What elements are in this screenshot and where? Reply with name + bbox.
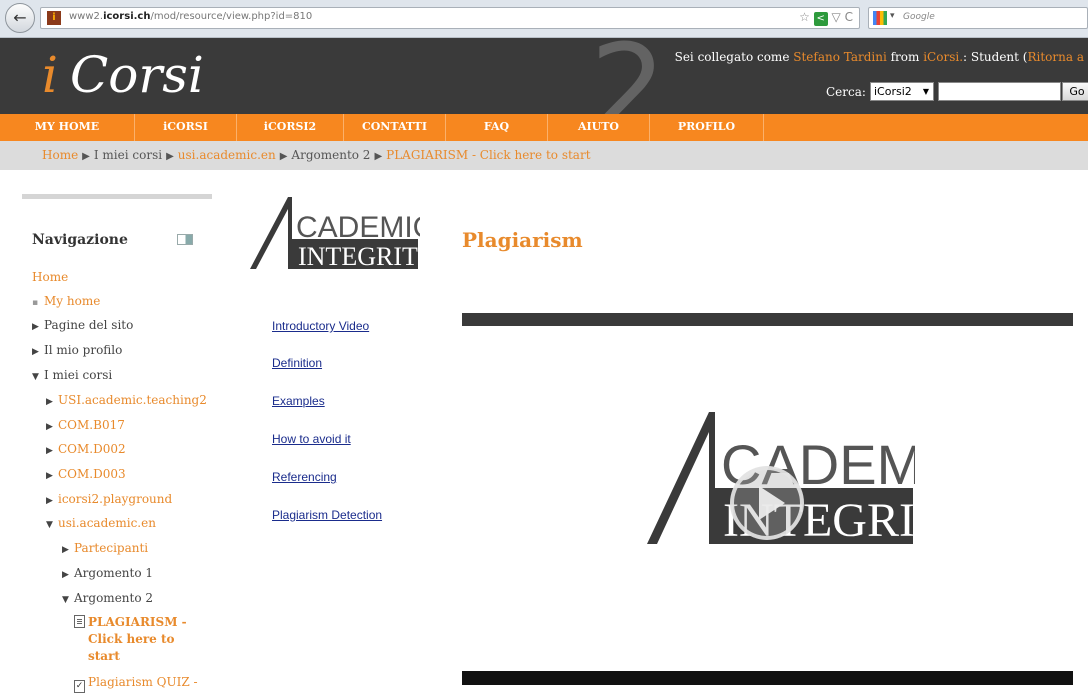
menu-item-contatti[interactable]: CONTATTI (344, 114, 446, 141)
nav-topic-1[interactable]: ▶ Argomento 1 (62, 566, 153, 580)
search-input[interactable] (938, 82, 1061, 101)
google-icon[interactable] (873, 11, 887, 25)
nav-current-resource[interactable]: PLAGIARISM - (74, 615, 187, 629)
dock-block-icon[interactable] (177, 234, 193, 245)
expand-triangle-icon: ▶ (46, 422, 53, 432)
main-menu: MY HOME iCORSI iCORSI2 CONTATTI FAQ AIUT… (0, 114, 1088, 141)
menu-item-icorsi[interactable]: iCORSI (135, 114, 237, 141)
breadcrumb: Home ▶ I miei corsi ▶ usi.academic.en ▶ Argome… (0, 141, 1088, 170)
go-button[interactable]: Go (1062, 82, 1088, 101)
toc-link-referencing[interactable]: Referencing (272, 470, 337, 484)
breadcrumb-course[interactable]: usi.academic.en (178, 148, 276, 162)
expand-triangle-icon: ▶ (32, 322, 39, 332)
page-title: Plagiarism (462, 228, 583, 252)
svg-text:INTEGRITY: INTEGRITY (298, 242, 420, 271)
expand-triangle-icon: ▶ (46, 446, 53, 456)
nav-quiz[interactable]: ✓ Plagiarism QUIZ - (74, 675, 198, 693)
toc-link-plagiarism-detection[interactable]: Plagiarism Detection (272, 508, 382, 522)
video-control-bar[interactable] (462, 671, 1073, 685)
toc-link-examples[interactable]: Examples (272, 394, 325, 408)
breadcrumb-topic: Argomento 2 (291, 148, 371, 162)
url-text: www2.icorsi.ch/mod/resource/view.php?id=… (69, 11, 313, 22)
logo-text[interactable]: Corsi (70, 46, 204, 104)
toc-link-definition[interactable]: Definition (272, 356, 322, 370)
nav-site-pages[interactable]: ▶ Pagine del sito (32, 318, 133, 332)
nav-course-item[interactable]: ▶ USI.academic.teaching20 (46, 393, 206, 407)
org-link[interactable]: iCorsi. (923, 50, 963, 64)
menu-item-profilo[interactable]: PROFILO (650, 114, 764, 141)
reload-icon[interactable]: C (845, 10, 853, 24)
search-engine-dropdown-icon[interactable]: ▾ (890, 11, 895, 21)
expand-triangle-icon: ▶ (46, 496, 53, 506)
collapse-triangle-icon: ▼ (46, 520, 53, 530)
browser-search-bar[interactable]: ▾ Google (868, 7, 1088, 29)
navigation-block: Navigazione Home ▪ My home ▶ Pagine del si… (22, 194, 212, 693)
nav-participants[interactable]: ▶ Partecipanti (62, 541, 148, 555)
menu-item-faq[interactable]: FAQ (446, 114, 548, 141)
dropdown-arrow-icon[interactable]: ▽ (832, 10, 841, 24)
logo-i[interactable]: i (42, 46, 58, 104)
nav-course-item[interactable]: ▶ COM.D002 (46, 442, 126, 456)
video-top-bar (462, 313, 1073, 326)
expand-triangle-icon: ▶ (32, 347, 39, 357)
collapse-triangle-icon: ▼ (32, 372, 39, 382)
breadcrumb-my-courses: I miei corsi (93, 148, 163, 162)
back-arrow-icon: ← (13, 8, 27, 27)
header-decorative-numeral: 2 (590, 38, 667, 114)
expand-triangle-icon: ▶ (46, 471, 53, 481)
search-scope-select[interactable]: iCorsi2 ▼ (870, 82, 934, 101)
collapse-triangle-icon: ▼ (62, 595, 69, 605)
site-favicon-icon: i (47, 11, 61, 25)
nav-current-resource-line2[interactable]: Click here to (88, 632, 175, 646)
url-bar-icons: ☆ < ▽ C (799, 10, 853, 26)
block-top-bar (22, 194, 212, 199)
menu-item-my-home[interactable]: MY HOME (0, 114, 135, 141)
breadcrumb-home[interactable]: Home (42, 148, 78, 162)
nav-current-resource-line3[interactable]: start (88, 649, 120, 663)
return-role-link[interactable]: Ritorna a (1027, 50, 1084, 64)
toc-link-how-to-avoid[interactable]: How to avoid it (272, 432, 351, 446)
nav-course-item[interactable]: ▼ usi.academic.en (46, 516, 156, 530)
browser-toolbar: ← i www2.icorsi.ch/mod/resource/view.php… (0, 0, 1088, 38)
search-placeholder: Google (903, 12, 935, 22)
nav-topic-2[interactable]: ▼ Argomento 2 (62, 591, 153, 605)
nav-course-item[interactable]: ▶ icorsi2.playground (46, 492, 172, 506)
navigation-title: Navigazione (32, 232, 128, 248)
search-label: Cerca: (826, 85, 866, 99)
nav-course-item[interactable]: ▶ COM.B017 (46, 418, 125, 432)
expand-triangle-icon: ▶ (46, 397, 53, 407)
user-link[interactable]: Stefano Tardini (793, 50, 887, 64)
nav-course-item[interactable]: ▶ COM.D003 (46, 467, 126, 481)
nav-my-courses[interactable]: ▼ I miei corsi (32, 368, 112, 382)
site-header: i Corsi 2 Sei collegato come Stefano Tar… (0, 38, 1088, 114)
play-icon (759, 486, 785, 520)
chevron-down-icon: ▼ (922, 87, 929, 96)
login-info: Sei collegato come Stefano Tardini from … (674, 50, 1084, 64)
menu-item-icorsi2[interactable]: iCORSI2 (237, 114, 344, 141)
quiz-check-icon: ✓ (74, 680, 85, 693)
nav-home[interactable]: Home (32, 270, 68, 284)
share-icon[interactable]: < (813, 12, 828, 26)
expand-triangle-icon: ▶ (62, 570, 69, 580)
play-button[interactable] (730, 466, 804, 540)
svg-text:CADEMIC: CADEMIC (296, 211, 420, 244)
address-bar[interactable]: i www2.icorsi.ch/mod/resource/view.php?i… (40, 7, 860, 29)
menu-item-aiuto[interactable]: AIUTO (548, 114, 650, 141)
back-button[interactable]: ← (5, 3, 35, 33)
bullet-icon: ▪ (32, 298, 39, 308)
academic-integrity-logo: CADEMIC INTEGRITY (250, 197, 420, 271)
bookmark-star-icon[interactable]: ☆ (799, 10, 810, 24)
expand-triangle-icon: ▶ (62, 545, 69, 555)
video-player[interactable]: CADEMIC INTEGRITY (462, 313, 1073, 685)
nav-my-profile[interactable]: ▶ Il mio profilo (32, 343, 122, 357)
resource-file-icon (74, 615, 85, 628)
nav-my-home[interactable]: ▪ My home (32, 294, 100, 308)
breadcrumb-current[interactable]: PLAGIARISM - Click here to start (386, 148, 590, 162)
toc-link-introductory-video[interactable]: Introductory Video (272, 319, 369, 333)
